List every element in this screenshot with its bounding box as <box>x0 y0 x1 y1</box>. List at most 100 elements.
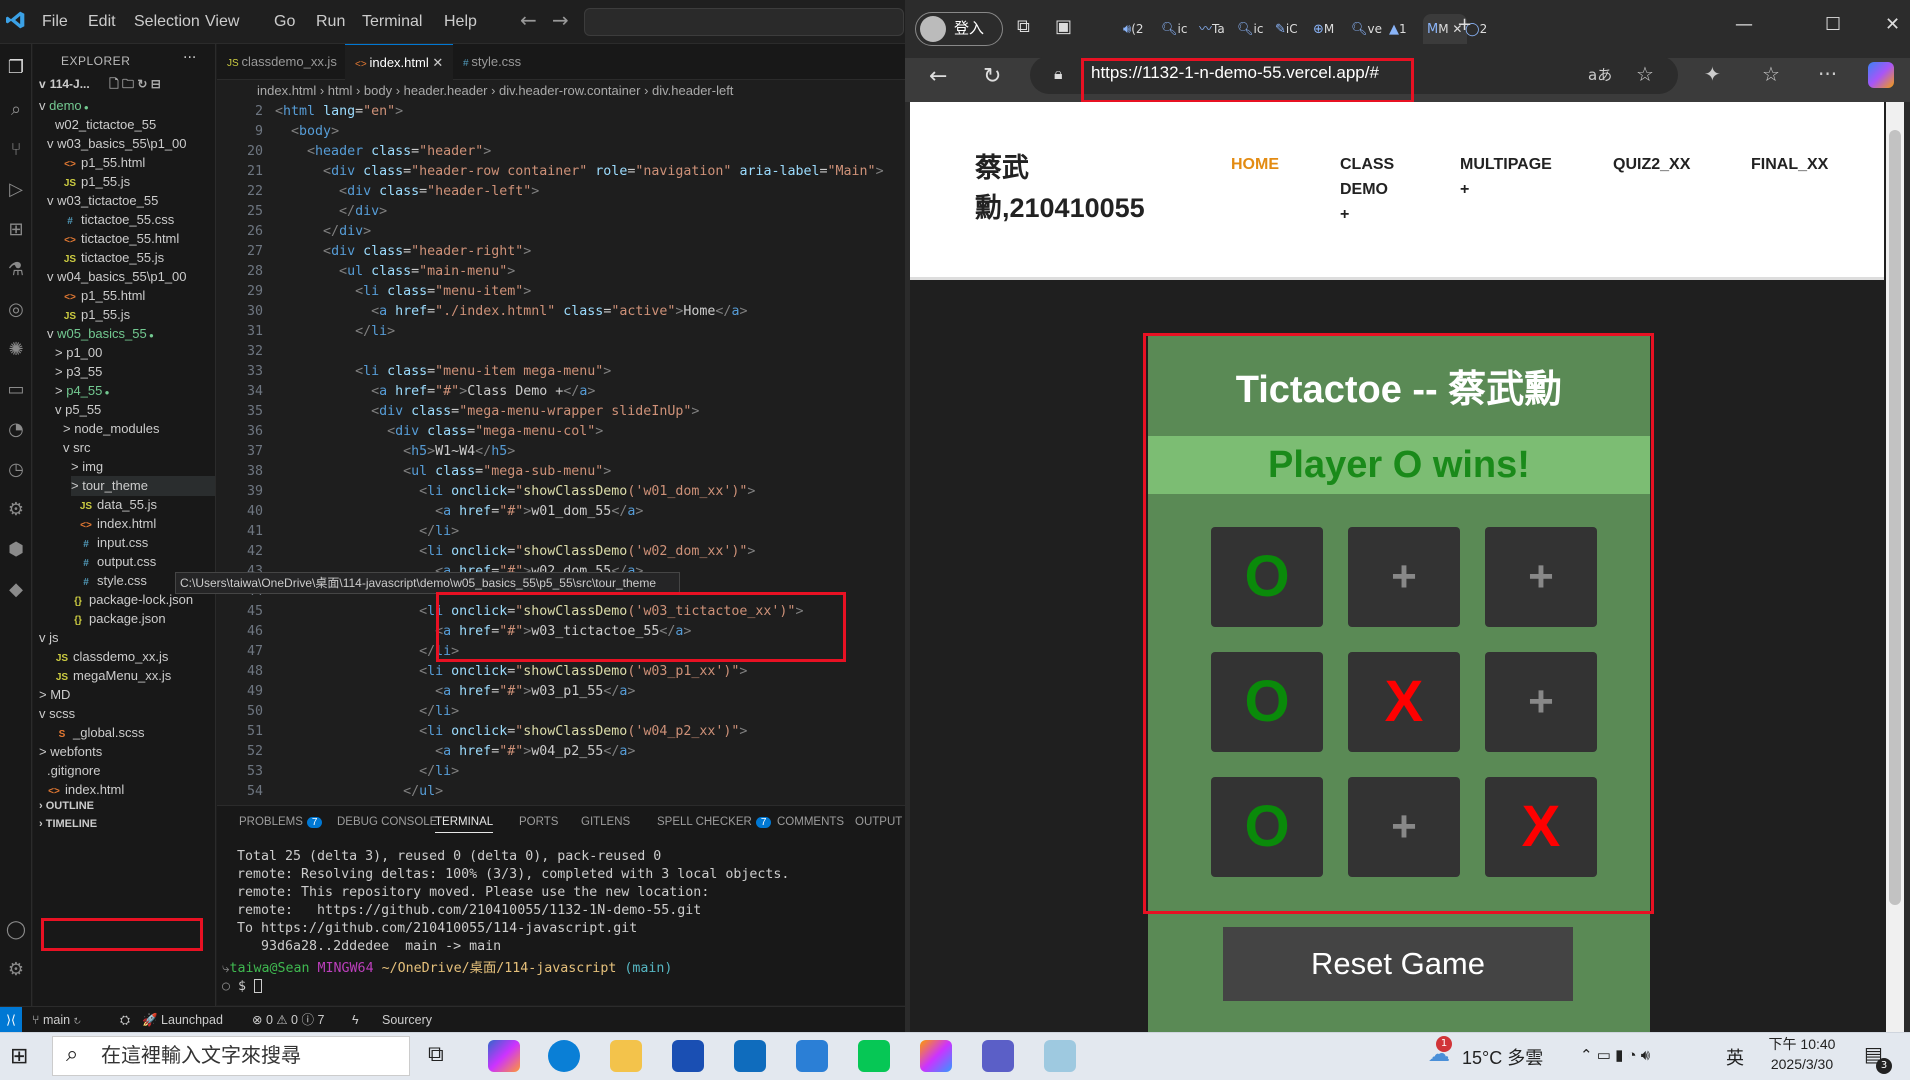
windows-start-icon[interactable]: ⊞ <box>10 1044 28 1069</box>
scrollbar-thumb[interactable] <box>1889 130 1901 905</box>
extensions-puzzle-icon[interactable]: ✦ <box>1704 62 1721 86</box>
code-line[interactable]: 33 <li class="menu-item mega-menu"> <box>217 362 905 382</box>
tree-item[interactable]: <> p1_55.html <box>63 286 145 306</box>
code-line[interactable]: 35 <div class="mega-menu-wrapper slideIn… <box>217 402 905 422</box>
tree-item[interactable]: v w03_tictactoe_55 <box>47 191 158 211</box>
m365-icon[interactable] <box>920 1040 952 1072</box>
nav-class-demo-[interactable]: CLASS DEMO + <box>1340 152 1400 227</box>
tree-item[interactable]: > p3_55 <box>55 362 102 382</box>
menu-file[interactable]: File <box>42 0 68 44</box>
vscode-taskbar-icon[interactable] <box>796 1040 828 1072</box>
site-brand[interactable]: 蔡武勳,210410055 <box>975 148 1175 228</box>
new-tab-icon[interactable]: + <box>1457 14 1472 35</box>
code-line[interactable]: 51 <li onclick="showClassDemo('w04_p2_xx… <box>217 722 905 742</box>
panel-tab-comments[interactable]: COMMENTS <box>777 816 844 828</box>
workspaces-icon[interactable]: ⧉ <box>1017 16 1030 37</box>
code-line[interactable]: 32 <box>217 342 905 362</box>
tree-item[interactable]: v src <box>63 438 90 458</box>
tree-item[interactable]: JS megaMenu_xx.js <box>55 666 171 686</box>
tree-item[interactable]: > node_modules <box>63 419 160 439</box>
testing-icon[interactable]: ⚗ <box>4 258 28 282</box>
code-line[interactable]: 34 <a href="#">Class Demo +</a> <box>217 382 905 402</box>
nav-final-xx[interactable]: FINAL_XX <box>1751 152 1841 177</box>
tree-item[interactable]: v p5_55 <box>55 400 101 420</box>
tree-item[interactable]: JS p1_55.js <box>63 305 130 325</box>
tree-item[interactable]: > p4_55 ● <box>55 381 109 401</box>
tree-item[interactable]: v w03_basics_55\p1_00 <box>47 134 187 154</box>
tree-item[interactable]: v js <box>39 628 59 648</box>
timeline-icon[interactable]: ◷ <box>4 458 28 482</box>
read-aloud-icon[interactable]: aあ <box>1588 64 1612 85</box>
lock-icon[interactable]: 🔒︎ <box>1054 64 1063 84</box>
folder-icon[interactable]: ▭ <box>4 378 28 402</box>
code-line[interactable]: 21 <div class="header-row container" rol… <box>217 162 905 182</box>
workspace-root[interactable]: v 114-J... 🗋 🗀 ↻ ⊟ <box>39 74 161 94</box>
code-line[interactable]: 36 <div class="mega-menu-col"> <box>217 422 905 442</box>
terminal-input[interactable]: ○ $ <box>222 978 263 996</box>
timeline-section[interactable]: › TIMELINE <box>39 814 97 834</box>
teams-icon[interactable] <box>982 1040 1014 1072</box>
panel-tab-spell-checker[interactable]: SPELL CHECKER 7 <box>657 816 772 828</box>
python-icon[interactable]: ◆ <box>4 578 28 602</box>
launchpad-status[interactable]: 🚀 Launchpad <box>142 1007 223 1032</box>
source-control-icon[interactable]: ⑂ <box>4 138 28 162</box>
close-tab-icon[interactable]: ✕ <box>429 55 443 70</box>
code-line[interactable]: 9 <body> <box>217 122 905 142</box>
breadcrumb[interactable]: index.html › html › body › header.header… <box>217 80 905 102</box>
bolt-icon[interactable]: ϟ <box>352 1007 359 1032</box>
favorites-icon[interactable]: ☆ <box>1762 62 1780 86</box>
tree-item[interactable]: w02_tictactoe_55 <box>55 115 156 135</box>
tree-item[interactable]: {} package.json <box>71 609 166 629</box>
panel-tab-terminal[interactable]: TERMINAL <box>435 816 494 833</box>
more-actions-icon[interactable]: ··· <box>183 50 196 66</box>
code-line[interactable]: 31 </li> <box>217 322 905 342</box>
code-line[interactable]: 20 <header class="header"> <box>217 142 905 162</box>
tree-item[interactable]: > p1_00 <box>55 343 102 363</box>
problems-status[interactable]: ⊗ 0 ⚠ 0 ⓘ 7 <box>252 1007 324 1032</box>
close-icon[interactable]: ✕ <box>1885 14 1900 35</box>
code-line[interactable]: 42 <li onclick="showClassDemo('w02_dom_x… <box>217 542 905 562</box>
tray-icons[interactable]: ⌃ ▭ ▮ ◔ 🔊︎ <box>1580 1046 1650 1064</box>
file-explorer-icon[interactable] <box>610 1040 642 1072</box>
tree-item[interactable]: S _global.scss <box>55 723 145 743</box>
code-line[interactable]: 52 <a href="#">w04_p2_55</a> <box>217 742 905 762</box>
menu-run[interactable]: Run <box>316 0 345 44</box>
remote-indicator-icon[interactable]: ⟩⟨ <box>0 1007 22 1032</box>
outline-section[interactable]: › OUTLINE <box>39 796 94 816</box>
panel-tab-ports[interactable]: PORTS <box>519 816 558 828</box>
back-arrow-icon[interactable]: ← <box>520 8 537 32</box>
tab-style-css[interactable]: # style.css <box>453 44 553 80</box>
openai-icon[interactable]: ✺ <box>4 338 28 362</box>
nav-home[interactable]: HOME <box>1231 152 1291 177</box>
tree-item[interactable]: <> index.html <box>79 514 156 534</box>
code-line[interactable]: 30 <a href="./index.htmnl" class="active… <box>217 302 905 322</box>
sync-icon[interactable]: ⛭ <box>120 1007 130 1032</box>
code-line[interactable]: 2 <html lang="en"> <box>217 102 905 122</box>
browser-tab[interactable]: ▲1 <box>1385 14 1421 44</box>
task-view-icon[interactable]: ⧉ <box>428 1042 444 1067</box>
menu-view[interactable]: View <box>205 0 239 44</box>
gitlens-icon[interactable]: ◔ <box>4 418 28 442</box>
refresh-icon[interactable]: ↻ <box>983 64 1001 89</box>
tab-index-html[interactable]: <> index.html ✕ <box>345 44 453 80</box>
code-line[interactable]: 26 </div> <box>217 222 905 242</box>
menu-edit[interactable]: Edit <box>88 0 116 44</box>
tree-item[interactable]: <> tictactoe_55.html <box>63 229 179 249</box>
code-line[interactable]: 48 <li onclick="showClassDemo('w03_p1_xx… <box>217 662 905 682</box>
reset-game-button[interactable]: Reset Game <box>1223 927 1573 1001</box>
tree-item[interactable]: > MD <box>39 685 70 705</box>
explorer-icon[interactable]: ❐ <box>4 56 28 80</box>
more-icon[interactable]: ··· <box>1818 62 1837 86</box>
favorite-star-icon[interactable]: ☆ <box>1636 62 1654 86</box>
extensions-icon[interactable]: ⊞ <box>4 218 28 242</box>
maximize-icon[interactable]: ☐ <box>1825 14 1841 35</box>
code-line[interactable]: 37 <h5>W1~W4</h5> <box>217 442 905 462</box>
taskbar-search-input[interactable]: 在這裡輸入文字來搜尋 <box>52 1036 410 1076</box>
store-icon[interactable] <box>672 1040 704 1072</box>
remote-icon[interactable]: ⚙ <box>4 498 28 522</box>
ime-indicator[interactable]: 英 <box>1726 1044 1744 1070</box>
tab-actions-icon[interactable]: ▣ <box>1055 16 1072 37</box>
code-line[interactable]: 53 </li> <box>217 762 905 782</box>
manage-gear-icon[interactable]: ⚙ <box>4 958 28 982</box>
tree-item[interactable]: <> p1_55.html <box>63 153 145 173</box>
